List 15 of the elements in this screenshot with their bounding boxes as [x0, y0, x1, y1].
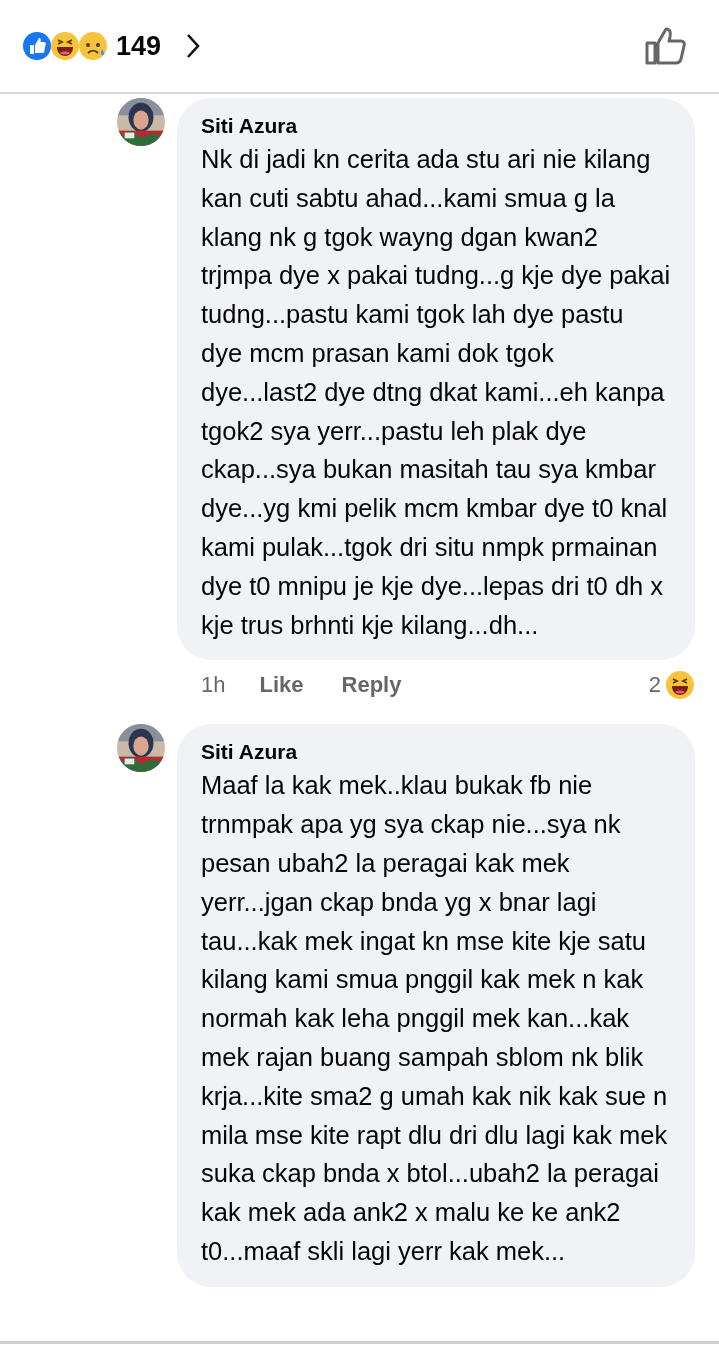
comment-text: Maaf la kak mek..klau bukak fb nie trnmpak apa yg sya ckap nie...sya nk pesan ubah2 la peragai kak mek yerr...jgan ckap bnda yg x bnar lagi tau...kak mek ingat kn mse kite kje satu kilang kami smua pnggil kak mek n kak normah kak leha pnggil mek kan...kak mek rajan buang sampah sblom nk blik krja...kite sma2 g umah kak nik kak sue n mila mse kite rapt dlu dri dlu lagi kak mek suka ckap bnda x btol...ubah2 la peragai kak mek ada ank2 x malu ke ke ank2 t0...maaf skli lagi yerr kak mek...: [201, 770, 669, 1267]
like-icon: [22, 31, 52, 61]
reaction-count[interactable]: 2: [648, 672, 661, 699]
comment-time: 1h: [201, 672, 226, 699]
sad-emoji-icon: [78, 31, 108, 61]
chevron-right-icon[interactable]: [185, 32, 202, 60]
like-link[interactable]: Like: [259, 672, 304, 699]
thumbs-up-icon[interactable]: [645, 26, 689, 66]
laughing-emoji-icon: [50, 31, 80, 61]
author-name[interactable]: Siti Azura: [201, 738, 298, 767]
reply-link[interactable]: Reply: [341, 672, 402, 699]
comment-text: Nk di jadi kn cerita ada stu ari nie kilang kan cuti sabtu ahad...kami smua g la klang nk g tgok wayng dgan kwan2 trjmpa dye x pakai tudng...g kje dye pakai tudng...pastu kami tgok lah dye pastu dye mcm prasan kami dok tgok dye...last2 dye dtng dkat kami...eh kanpa tgok2 sya yerr...pastu leh plak dye ckap...sya bukan masitah tau sya kmbar dye...yg kmi pelik mcm kmbar dye t0 knal kami pulak...tgok dri situ nmpk prmainan dye t0 mnipu je kje dye...lepas dri t0 dh x kje trus brhnti kje kilang...dh...: [201, 144, 671, 641]
author-name[interactable]: Siti Azura: [201, 112, 298, 140]
laughing-emoji-icon: [665, 670, 695, 701]
reaction-count[interactable]: 149: [116, 30, 162, 62]
